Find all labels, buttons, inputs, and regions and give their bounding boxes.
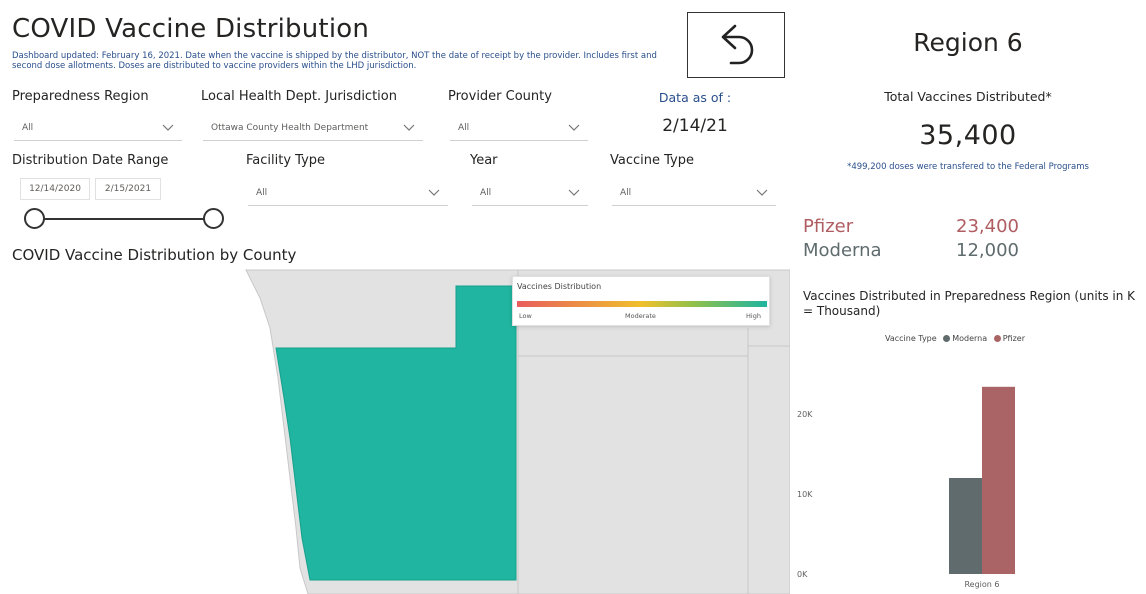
bar-pfizer bbox=[982, 386, 1015, 574]
pfizer-value: 23,400 bbox=[956, 216, 1019, 237]
back-arrow-icon bbox=[721, 24, 754, 65]
preparedness-region-dropdown[interactable]: All bbox=[14, 115, 182, 141]
chart-title: Vaccines Distributed in Preparedness Reg… bbox=[803, 289, 1136, 318]
region-title: Region 6 bbox=[913, 28, 1023, 57]
chart-legend-title: Vaccine Type bbox=[885, 334, 937, 343]
y-tick-label: 20K bbox=[797, 410, 813, 419]
chevron-down-icon bbox=[162, 124, 174, 131]
provider-county-dropdown[interactable]: All bbox=[450, 115, 588, 141]
page-title: COVID Vaccine Distribution bbox=[12, 14, 370, 44]
bar-chart: 0K 10K 20K Region 6 bbox=[797, 386, 1015, 589]
moderna-value: 12,000 bbox=[956, 240, 1019, 261]
legend-gradient bbox=[517, 301, 767, 307]
chevron-down-icon bbox=[568, 189, 580, 196]
facility-type-dropdown[interactable]: All bbox=[248, 180, 448, 206]
chart-legend-moderna: Moderna bbox=[952, 334, 988, 343]
preparedness-region-value: All bbox=[22, 122, 34, 133]
date-range-start[interactable]: 12/14/2020 bbox=[20, 178, 90, 200]
chevron-down-icon bbox=[756, 189, 768, 196]
year-label: Year bbox=[470, 153, 498, 168]
total-vaccines-label: Total Vaccines Distributed* bbox=[884, 89, 1052, 104]
date-range-end[interactable]: 2/15/2021 bbox=[95, 178, 161, 200]
x-tick-label: Region 6 bbox=[964, 580, 999, 589]
bar-moderna bbox=[949, 478, 982, 574]
date-range-track bbox=[34, 218, 214, 220]
data-as-of-label: Data as of : bbox=[658, 90, 732, 105]
legend-moderate: Moderate bbox=[625, 312, 656, 320]
chart-legend-pfizer: Pfizer bbox=[1002, 334, 1025, 343]
vaccine-type-label: Vaccine Type bbox=[610, 153, 694, 168]
provider-county-label: Provider County bbox=[448, 89, 552, 104]
page-subtitle: Dashboard updated: February 16, 2021. Da… bbox=[12, 51, 657, 71]
data-as-of-value: 2/14/21 bbox=[662, 116, 728, 136]
date-range-label: Distribution Date Range bbox=[12, 153, 169, 168]
year-dropdown[interactable]: All bbox=[472, 180, 588, 206]
preparedness-region-label: Preparedness Region bbox=[12, 89, 149, 104]
lhd-jurisdiction-label: Local Health Dept. Jurisdiction bbox=[201, 89, 397, 104]
facility-type-value: All bbox=[256, 187, 268, 198]
provider-county-value: All bbox=[458, 122, 470, 133]
federal-programs-note: *499,200 doses were transfered to the Fe… bbox=[847, 162, 1089, 172]
chevron-down-icon bbox=[403, 124, 415, 131]
map-title: COVID Vaccine Distribution by County bbox=[12, 246, 297, 264]
total-vaccines-value: 35,400 bbox=[919, 120, 1017, 151]
date-range-start-handle[interactable] bbox=[24, 208, 45, 229]
chart-legend: Vaccine Type Moderna Pfizer bbox=[885, 334, 1025, 343]
y-tick-label: 10K bbox=[797, 490, 813, 499]
moderna-label: Moderna bbox=[803, 240, 882, 261]
vaccine-type-dropdown[interactable]: All bbox=[612, 180, 776, 206]
legend-title: Vaccines Distribution bbox=[517, 282, 602, 291]
pfizer-legend-dot bbox=[993, 334, 1001, 342]
back-button[interactable] bbox=[687, 12, 785, 78]
date-range-end-handle[interactable] bbox=[203, 208, 224, 229]
vaccine-type-value: All bbox=[620, 187, 632, 198]
lhd-jurisdiction-value: Ottawa County Health Department bbox=[211, 122, 369, 133]
chevron-down-icon bbox=[428, 189, 440, 196]
lhd-jurisdiction-dropdown[interactable]: Ottawa County Health Department bbox=[203, 115, 423, 141]
legend-low: Low bbox=[519, 312, 532, 320]
year-value: All bbox=[480, 187, 492, 198]
map-legend: Vaccines Distribution Low Moderate High bbox=[512, 276, 770, 326]
legend-high: High bbox=[746, 312, 761, 320]
chevron-down-icon bbox=[568, 124, 580, 131]
moderna-legend-dot bbox=[943, 334, 951, 342]
facility-type-label: Facility Type bbox=[246, 153, 326, 168]
y-tick-label: 0K bbox=[797, 570, 808, 579]
pfizer-label: Pfizer bbox=[803, 216, 854, 237]
